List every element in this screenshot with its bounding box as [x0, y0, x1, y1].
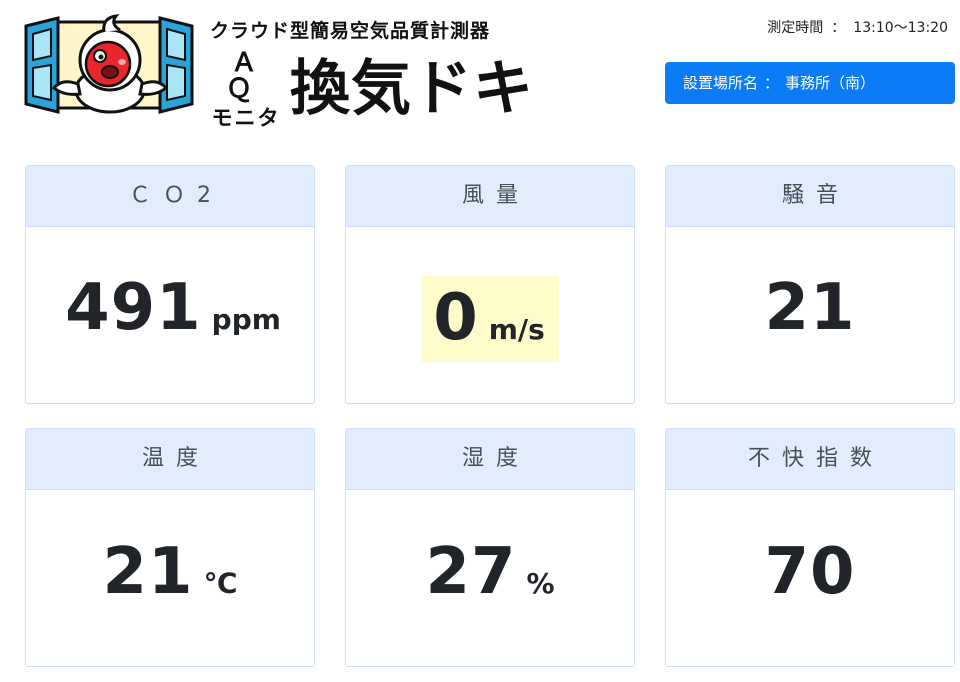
metric-humidity-value: 27 — [425, 535, 517, 609]
metric-card-airflow: 風量 0 m/s — [345, 165, 635, 404]
mascot-window-logo-icon — [24, 14, 194, 114]
metric-card-humidity-title: 湿度 — [346, 429, 634, 490]
product-tagline: クラウド型簡易空気品質計測器 — [210, 20, 491, 42]
metric-humidity-reading: 27% — [346, 540, 634, 604]
measurement-time: 測定時間 ： 13:10〜13:20 — [720, 17, 948, 37]
metric-card-co2: ＣＯ2 491 ppm — [25, 165, 315, 404]
metric-discomfort-index-value: 70 — [764, 535, 856, 609]
location-value: 事務所（南） — [785, 74, 876, 92]
metric-co2-unit: ppm — [211, 303, 281, 336]
aq-label: ＡＱ — [225, 48, 271, 104]
metric-discomfort-index-reading: 70 — [666, 540, 954, 604]
metric-card-noise-title: 騒音 — [666, 166, 954, 227]
product-subname: ＡＱ モニタ — [206, 50, 286, 129]
measurement-time-value: 13:10〜13:20 — [853, 20, 948, 36]
metric-temperature-reading: 21 ℃ — [26, 540, 314, 604]
metric-card-discomfort-index: 不快指数 70 — [665, 428, 955, 667]
metric-temperature-unit: ℃ — [203, 567, 238, 600]
metric-card-discomfort-index-title: 不快指数 — [666, 429, 954, 490]
metric-temperature-value: 21 — [102, 535, 194, 609]
metric-noise-value: 21 — [764, 271, 856, 345]
metric-card-temperature: 温度 21 ℃ — [25, 428, 315, 667]
metric-co2-value: 491 — [65, 271, 202, 345]
location-badge[interactable]: 設置場所名 ： 事務所（南） — [665, 62, 955, 104]
metric-airflow-reading: 0 m/s — [346, 276, 634, 362]
metric-card-noise: 騒音 21 — [665, 165, 955, 404]
measurement-time-separator: ： — [831, 20, 846, 36]
metric-airflow-unit: m/s — [488, 313, 545, 346]
metric-card-humidity: 湿度 27% — [345, 428, 635, 667]
location-separator: ： — [764, 74, 780, 92]
metric-co2-reading: 491 ppm — [26, 276, 314, 340]
brand-title: 換気ドキ — [290, 54, 534, 124]
metric-humidity-unit: % — [526, 567, 555, 600]
measurement-time-label: 測定時間 — [767, 20, 824, 36]
airflow-highlight-box: 0 m/s — [421, 276, 559, 362]
monitor-label: モニタ — [211, 106, 281, 130]
metric-card-co2-title: ＣＯ2 — [26, 166, 314, 227]
metric-card-airflow-title: 風量 — [346, 166, 634, 227]
metric-card-temperature-title: 温度 — [26, 429, 314, 490]
dashboard-page: クラウド型簡易空気品質計測器 ＡＱ モニタ 換気ドキ 測定時間 ： 13:10〜13… — [0, 0, 960, 682]
metric-noise-reading: 21 — [666, 276, 954, 340]
metric-airflow-value: 0 — [433, 281, 479, 355]
location-label: 設置場所名 — [683, 74, 759, 92]
